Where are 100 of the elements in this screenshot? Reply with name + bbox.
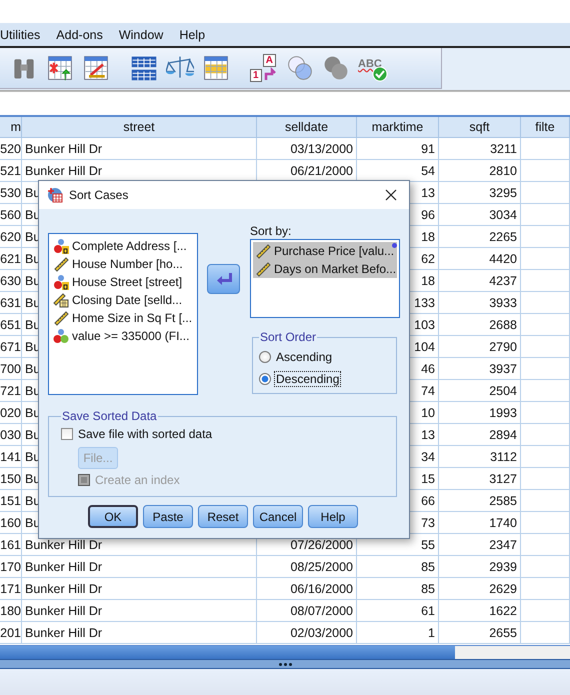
table-cell: 2265 xyxy=(439,226,521,248)
table-cell: 620 xyxy=(0,226,22,248)
variable-list[interactable]: Complete Address [... House Number [ho... House Street [street] Closing Date [selld... Home Size in Sq Ft [... value >= 335000 (FI... xyxy=(48,233,198,395)
table-cell: 1 xyxy=(357,622,439,644)
variable-item[interactable]: House Number [ho... xyxy=(51,255,195,273)
table-cell: 651 xyxy=(0,314,22,336)
table-cell: 3933 xyxy=(439,292,521,314)
nominal-variable-icon xyxy=(53,328,69,344)
splitter-grip[interactable] xyxy=(278,662,292,666)
sort-by-list[interactable]: Purchase Price [valu... Days on Market Befo... xyxy=(250,239,400,318)
table-cell xyxy=(521,314,570,336)
date-variable-icon xyxy=(53,292,69,308)
table-cell: Bunker Hill Dr xyxy=(22,622,257,644)
sort-variable-item[interactable]: Days on Market Befo... xyxy=(253,260,397,278)
table-cell: 2790 xyxy=(439,336,521,358)
table-cell xyxy=(521,358,570,380)
table-cell: 2810 xyxy=(439,160,521,182)
insert-variable-icon[interactable] xyxy=(82,54,110,82)
table-cell: 671 xyxy=(0,336,22,358)
radio-label[interactable]: Ascending xyxy=(274,349,334,365)
variable-item[interactable]: House Street [street] xyxy=(51,273,195,291)
column-header[interactable]: street xyxy=(22,117,257,138)
variable-item[interactable]: Closing Date [selld... xyxy=(51,291,195,309)
sort-cases-icon xyxy=(47,187,63,203)
table-cell: 06/16/2000 xyxy=(257,578,357,600)
table-cell xyxy=(521,380,570,402)
table-cell: 180 xyxy=(0,600,22,622)
table-cell: 631 xyxy=(0,292,22,314)
table-cell xyxy=(521,336,570,358)
dialog-title: Sort Cases xyxy=(69,188,130,202)
ruler-icon xyxy=(53,310,69,326)
scrollbar-thumb[interactable] xyxy=(0,646,455,659)
column-header[interactable]: m xyxy=(0,117,22,138)
dialog-button[interactable]: OK xyxy=(88,505,138,528)
group-title: Sort Order xyxy=(259,330,318,344)
table-cell xyxy=(521,270,570,292)
menu-item[interactable]: Window xyxy=(110,28,172,42)
group-title: Save Sorted Data xyxy=(61,409,158,423)
table-cell: 3295 xyxy=(439,182,521,204)
table-cell: 3127 xyxy=(439,468,521,490)
table-cell: 151 xyxy=(0,490,22,512)
table-cell: 03/13/2000 xyxy=(257,138,357,160)
table-cell: 521 xyxy=(0,160,22,182)
menu-item[interactable]: Help xyxy=(171,28,214,42)
table-cell xyxy=(521,490,570,512)
table-cell xyxy=(521,226,570,248)
table-cell: 2629 xyxy=(439,578,521,600)
dialog-button[interactable]: Paste xyxy=(143,505,193,528)
table-cell: 2939 xyxy=(439,556,521,578)
menu-item[interactable]: Utilities xyxy=(0,28,48,42)
sort-variable-item[interactable]: Purchase Price [valu... xyxy=(253,242,397,260)
column-header[interactable]: sqft xyxy=(439,117,521,138)
horizontal-scrollbar[interactable] xyxy=(0,645,570,659)
table-cell xyxy=(521,182,570,204)
radio-label[interactable]: Descending xyxy=(274,371,342,387)
circles-icon[interactable] xyxy=(286,54,314,82)
table-cell: 700 xyxy=(0,358,22,380)
insert-cases-icon[interactable] xyxy=(46,54,74,82)
table-cell: 020 xyxy=(0,402,22,424)
move-variable-button[interactable] xyxy=(207,264,240,294)
table-cell xyxy=(521,556,570,578)
table-cell: 560 xyxy=(0,204,22,226)
ruler-icon xyxy=(255,243,271,259)
table-cell: 2347 xyxy=(439,534,521,556)
checkbox[interactable] xyxy=(61,428,73,440)
radio-button[interactable] xyxy=(259,373,271,385)
column-header[interactable]: selldate xyxy=(257,117,357,138)
table-cell: 85 xyxy=(357,556,439,578)
menu-item[interactable]: Add-ons xyxy=(48,28,111,42)
dialog-button[interactable]: Cancel xyxy=(253,505,303,528)
table-cell xyxy=(521,600,570,622)
close-icon[interactable] xyxy=(385,189,397,201)
split-file-icon[interactable] xyxy=(130,54,158,82)
table-cell: 1740 xyxy=(439,512,521,534)
table-cell: 4420 xyxy=(439,248,521,270)
dialog-button[interactable]: Reset xyxy=(198,505,248,528)
splitter-bar[interactable] xyxy=(0,659,570,669)
ruler-icon xyxy=(255,261,271,277)
column-header[interactable]: filte xyxy=(521,117,570,138)
checkbox-label[interactable]: Save file with sorted data xyxy=(78,427,212,441)
table-cell: 621 xyxy=(0,248,22,270)
radio-button[interactable] xyxy=(259,351,271,363)
table-cell: 1993 xyxy=(439,402,521,424)
table-cell: 201 xyxy=(0,622,22,644)
table-cell xyxy=(521,534,570,556)
table-cell xyxy=(521,402,570,424)
table-cell: 630 xyxy=(0,270,22,292)
table-cell xyxy=(521,138,570,160)
table-cell xyxy=(521,292,570,314)
table-cell: 721 xyxy=(0,380,22,402)
dialog-button[interactable]: Help xyxy=(308,505,358,528)
table-cell: 2688 xyxy=(439,314,521,336)
select-cases-icon[interactable] xyxy=(202,54,230,82)
table-cell: 1622 xyxy=(439,600,521,622)
column-header[interactable]: marktime xyxy=(357,117,439,138)
table-cell xyxy=(521,468,570,490)
table-cell: 3112 xyxy=(439,446,521,468)
table-cell: 2894 xyxy=(439,424,521,446)
circles-icon[interactable] xyxy=(322,54,350,82)
table-cell: 2585 xyxy=(439,490,521,512)
